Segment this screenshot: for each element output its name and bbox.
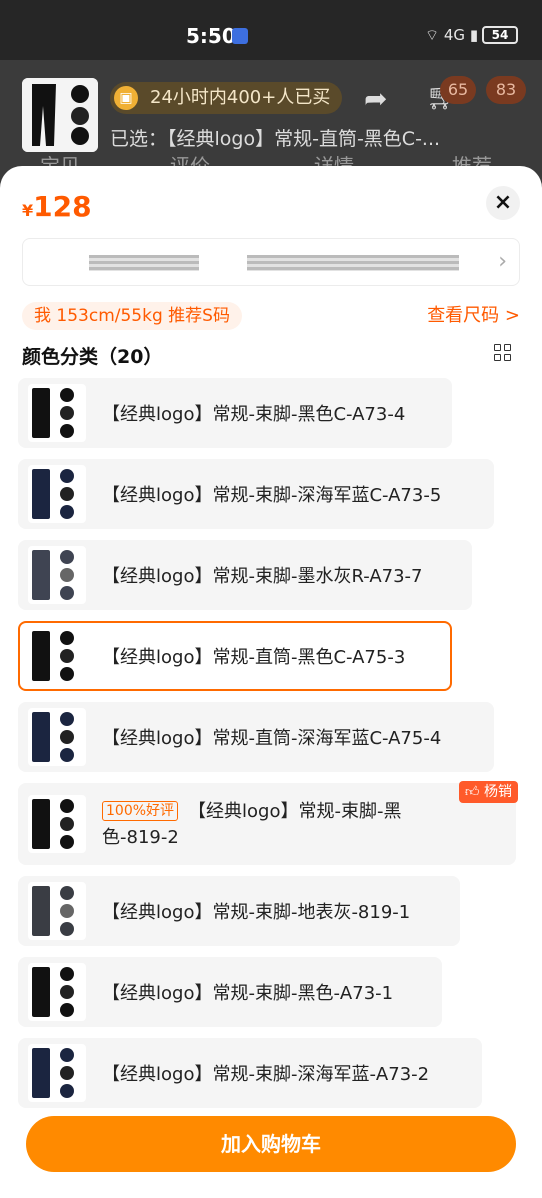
cell-bars-icon: ▮: [469, 26, 479, 44]
option-image: [28, 1044, 86, 1102]
size-chart-link[interactable]: 查看尺码 >: [427, 302, 520, 330]
sku-option[interactable]: 【经典logo】常规-束脚-黑色C-A73-4: [18, 378, 452, 448]
option-label: 【经典logo】常规-束脚-墨水灰R-A73-7: [102, 566, 423, 587]
address-selector[interactable]: ›: [22, 238, 520, 286]
sku-sheet: ¥128 × › 我 153cm/55kg 推荐S码 查看尺码 > 颜色分类（2…: [0, 166, 542, 1198]
option-image: [28, 963, 86, 1021]
chevron-right-icon: ›: [498, 249, 507, 274]
price: ¥128: [22, 190, 92, 223]
option-image: [28, 546, 86, 604]
gift-icon: ▣: [114, 86, 138, 110]
notification-icon: [232, 28, 248, 44]
option-image: [28, 708, 86, 766]
option-label: 【经典logo】常规-束脚-深海军蓝-A73-2: [102, 1064, 430, 1085]
status-bar: 5:50 ⌔ 4G ▮ 54: [0, 0, 542, 60]
price-value: 128: [33, 190, 92, 223]
grid-view-icon[interactable]: [494, 344, 512, 362]
option-label: 【经典logo】常规-束脚-黑色-A73-1: [102, 983, 394, 1004]
option-label: 【经典logo】常规-束脚-深海军蓝C-A73-5: [102, 485, 442, 506]
sku-option[interactable]: 【经典logo】常规-束脚-地表灰-819-1: [18, 876, 460, 946]
option-label: 【经典logo】常规-直筒-深海军蓝C-A75-4: [102, 728, 442, 749]
thumb-up-icon: 👍︎: [464, 784, 480, 800]
option-image: [28, 465, 86, 523]
option-image: [28, 882, 86, 940]
share-icon[interactable]: ➦: [364, 82, 387, 115]
size-recommendation[interactable]: 我 153cm/55kg 推荐S码: [22, 302, 242, 330]
option-image: [28, 627, 86, 685]
hot-sale-text: 杨销: [484, 784, 512, 800]
status-time: 5:50: [186, 24, 236, 48]
sku-option[interactable]: 【经典logo】常规-束脚-深海军蓝-A73-2: [18, 1038, 482, 1108]
selected-summary: 已选：【经典logo】常规-直筒-黑色C-...: [110, 128, 441, 150]
option-label: 100%好评 【经典logo】常规-束脚-黑色-819-2: [102, 799, 442, 851]
sku-option[interactable]: 【经典logo】常规-直筒-深海军蓝C-A75-4: [18, 702, 494, 772]
wifi-icon: ⌔: [425, 26, 440, 44]
signal-icon: ⌔ 4G ▮: [425, 26, 478, 45]
product-sku-page: 5:50 ⌔ 4G ▮ 54 ▣ 24小时内400+人已买 已选：【经典logo…: [0, 0, 542, 1198]
option-label: 【经典logo】常规-束脚-地表灰-819-1: [102, 902, 411, 923]
hot-sale-badge: 👍︎ 杨销: [458, 781, 518, 803]
cart-count-badge: 65: [440, 76, 476, 104]
good-review-tag: 100%好评: [102, 801, 179, 821]
pants-image-icon: [22, 78, 98, 152]
sku-option[interactable]: 【经典logo】常规-束脚-黑色-A73-1: [18, 957, 442, 1027]
battery-icon: 54: [482, 26, 518, 44]
sold-badge: ▣ 24小时内400+人已买: [110, 82, 343, 114]
sku-option-selected[interactable]: 【经典logo】常规-直筒-黑色C-A75-3: [18, 621, 452, 691]
option-image: [28, 384, 86, 442]
message-count-badge: 83: [486, 76, 526, 104]
option-label: 【经典logo】常规-直筒-黑色C-A75-3: [102, 647, 406, 668]
option-image: [28, 795, 86, 853]
close-icon[interactable]: ×: [486, 186, 520, 220]
sku-option[interactable]: 100%好评 【经典logo】常规-束脚-黑色-819-2 👍︎ 杨销: [18, 781, 518, 865]
add-to-cart-button[interactable]: 加入购物车: [26, 1116, 516, 1172]
redacted-text: [89, 255, 199, 271]
sku-option[interactable]: 【经典logo】常规-束脚-墨水灰R-A73-7: [18, 540, 472, 610]
option-label: 【经典logo】常规-束脚-黑色C-A73-4: [102, 404, 406, 425]
sku-option[interactable]: 【经典logo】常规-束脚-深海军蓝C-A73-5: [18, 459, 494, 529]
redacted-text: [247, 255, 357, 271]
redacted-text: [353, 255, 459, 271]
network-label: 4G: [443, 26, 466, 44]
category-title: 颜色分类（20）: [22, 346, 163, 368]
sold-badge-text: 24小时内400+人已买: [150, 87, 331, 108]
price-currency: ¥: [22, 201, 34, 220]
product-thumbnail[interactable]: [22, 78, 98, 152]
